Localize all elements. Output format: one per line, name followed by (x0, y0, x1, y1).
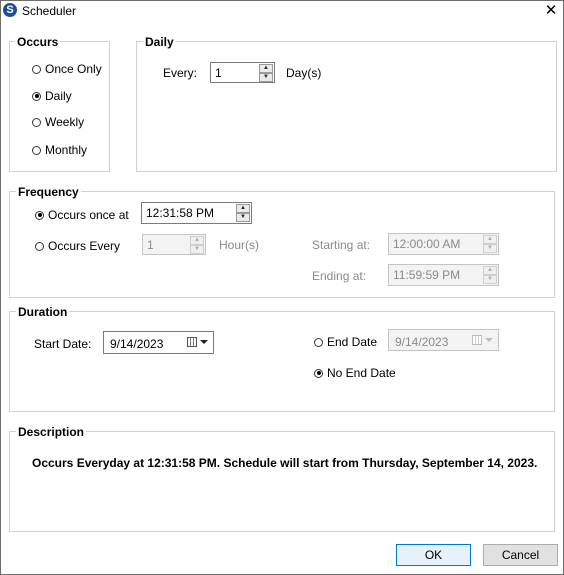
radio-monthly-indicator[interactable] (32, 145, 41, 155)
end-date-picker[interactable]: 9/14/2023 (388, 329, 499, 351)
radio-end-date-indicator[interactable] (314, 337, 323, 347)
duration-group-label: Duration (16, 305, 70, 319)
radio-occurs-every-indicator[interactable] (35, 241, 44, 251)
starting-at-label: Starting at: (312, 238, 371, 252)
spin-up-icon[interactable]: ▲ (483, 266, 497, 275)
spin-up-icon[interactable]: ▲ (483, 235, 497, 244)
end-date-value: 9/14/2023 (395, 335, 449, 349)
days-unit-label: Day(s) (286, 66, 322, 80)
every-days-value: 1 (215, 66, 222, 80)
radio-occurs-once-label: Occurs once at (48, 208, 129, 222)
cancel-button[interactable]: Cancel (483, 544, 558, 566)
radio-once-only-indicator[interactable] (32, 64, 41, 74)
starting-at-time-picker[interactable]: 12:00:00 AM ▲ ▼ (388, 233, 499, 255)
spin-down-icon[interactable]: ▼ (236, 213, 250, 222)
occurs-group-label: Occurs (15, 35, 61, 49)
radio-no-end-date-indicator[interactable] (314, 368, 323, 378)
ending-at-label: Ending at: (312, 269, 367, 283)
radio-daily-label: Daily (45, 89, 72, 103)
daily-group-label: Daily (143, 35, 176, 49)
radio-weekly-indicator[interactable] (32, 117, 41, 127)
radio-no-end-date[interactable]: No End Date (314, 366, 396, 380)
end-date-dropdown-button[interactable] (472, 335, 494, 347)
radio-occurs-once[interactable]: Occurs once at (35, 208, 129, 222)
radio-monthly-label: Monthly (45, 143, 88, 157)
radio-occurs-once-indicator[interactable] (35, 210, 44, 220)
radio-monthly[interactable]: Monthly (32, 143, 87, 157)
radio-weekly[interactable]: Weekly (32, 115, 84, 129)
spin-down-icon[interactable]: ▼ (190, 245, 204, 254)
spin-up-icon[interactable]: ▲ (190, 236, 204, 245)
close-icon[interactable]: ✕ (543, 3, 559, 19)
radio-occurs-every-label: Occurs Every (48, 239, 121, 253)
occurs-once-time-picker[interactable]: 12:31:58 PM ▲ ▼ (141, 202, 252, 224)
chevron-down-icon (200, 340, 208, 344)
occurs-every-stepper[interactable]: 1 ▲ ▼ (142, 234, 206, 255)
calendar-icon (187, 337, 197, 347)
start-date-label: Start Date: (34, 337, 92, 351)
title-bar: S Scheduler ✕ (1, 1, 563, 23)
spin-down-icon[interactable]: ▼ (259, 73, 273, 82)
app-logo-icon: S (3, 3, 17, 17)
radio-end-date[interactable]: End Date (314, 335, 377, 349)
occurs-every-value: 1 (147, 238, 154, 252)
start-date-value: 9/14/2023 (110, 337, 164, 351)
start-date-dropdown-button[interactable] (187, 337, 209, 349)
ending-at-value: 11:59:59 PM (393, 268, 461, 282)
radio-weekly-label: Weekly (45, 115, 85, 129)
scheduler-window: S Scheduler ✕ Occurs Once Only Daily Wee… (0, 0, 564, 575)
every-days-stepper[interactable]: 1 ▲ ▼ (210, 62, 275, 83)
spin-up-icon[interactable]: ▲ (259, 64, 273, 73)
ok-button[interactable]: OK (396, 544, 471, 566)
window-title: Scheduler (22, 4, 77, 18)
radio-daily-indicator[interactable] (32, 91, 41, 101)
radio-occurs-every[interactable]: Occurs Every (35, 239, 120, 253)
hours-unit-label: Hour(s) (219, 238, 260, 252)
radio-daily[interactable]: Daily (32, 89, 72, 103)
radio-once-only[interactable]: Once Only (32, 62, 102, 76)
schedule-description-text: Occurs Everyday at 12:31:58 PM. Schedule… (32, 456, 538, 470)
spin-down-icon[interactable]: ▼ (483, 275, 497, 284)
frequency-group-label: Frequency (16, 185, 81, 199)
spin-down-icon[interactable]: ▼ (483, 244, 497, 253)
daily-group (136, 41, 557, 172)
radio-end-date-label: End Date (327, 335, 378, 349)
chevron-down-icon (485, 338, 493, 342)
radio-once-only-label: Once Only (45, 62, 102, 76)
starting-at-value: 12:00:00 AM (393, 237, 461, 251)
spin-up-icon[interactable]: ▲ (236, 204, 250, 213)
occurs-once-time-value: 12:31:58 PM (146, 206, 215, 220)
description-group-label: Description (16, 425, 87, 439)
radio-no-end-date-label: No End Date (327, 366, 396, 380)
ending-at-time-picker[interactable]: 11:59:59 PM ▲ ▼ (388, 264, 499, 286)
duration-group (9, 311, 555, 412)
every-days-label: Every: (163, 66, 198, 80)
start-date-picker[interactable]: 9/14/2023 (103, 331, 214, 354)
calendar-icon (472, 335, 482, 345)
description-group (9, 431, 555, 532)
